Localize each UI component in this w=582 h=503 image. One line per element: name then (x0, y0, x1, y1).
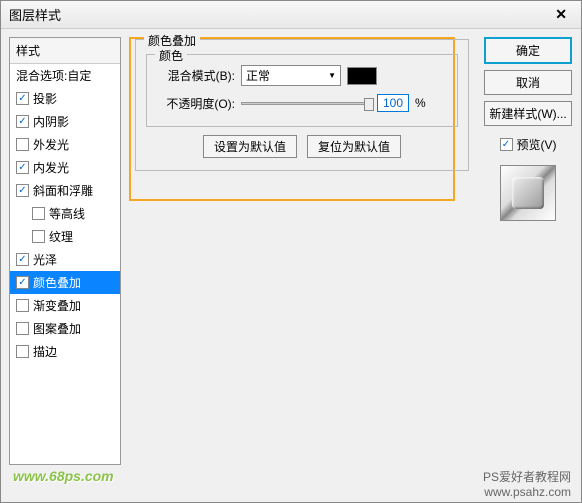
watermark-right: PS爱好者教程网 www.psahz.com (483, 468, 571, 499)
right-panel: 确定 取消 新建样式(W)... 预览(V) (483, 37, 573, 465)
checkbox-icon[interactable] (16, 299, 29, 312)
sidebar-item-label: 斜面和浮雕 (33, 182, 93, 199)
styles-sidebar: 样式 混合选项:自定 投影内阴影外发光内发光斜面和浮雕等高线纹理光泽颜色叠加渐变… (9, 37, 121, 465)
sidebar-item-6[interactable]: 纹理 (10, 225, 120, 248)
preview-thumb-inner (512, 177, 544, 209)
blend-mode-row: 混合模式(B): 正常 ▼ (157, 65, 447, 86)
preview-check-row[interactable]: 预览(V) (500, 136, 557, 153)
preview-thumbnail (500, 165, 556, 221)
preview-label: 预览(V) (517, 136, 557, 153)
titlebar: 图层样式 ✕ (1, 1, 581, 29)
watermark-line2: www.psahz.com (483, 485, 571, 499)
opacity-row: 不透明度(O): 100 % (157, 94, 447, 112)
sidebar-item-7[interactable]: 光泽 (10, 248, 120, 271)
dialog-title: 图层样式 (9, 5, 61, 24)
checkbox-icon[interactable] (16, 253, 29, 266)
color-group-title: 颜色 (155, 47, 187, 64)
blend-mode-label: 混合模式(B): (157, 67, 235, 84)
sidebar-item-label: 等高线 (49, 205, 85, 222)
opacity-label: 不透明度(O): (157, 95, 235, 112)
sidebar-item-9[interactable]: 渐变叠加 (10, 294, 120, 317)
checkbox-icon[interactable] (16, 345, 29, 358)
checkbox-icon[interactable] (16, 276, 29, 289)
opacity-unit: % (415, 96, 426, 110)
sidebar-header[interactable]: 样式 (10, 38, 120, 64)
slider-thumb[interactable] (364, 98, 374, 111)
sidebar-item-1[interactable]: 内阴影 (10, 110, 120, 133)
blend-mode-value: 正常 (246, 67, 270, 84)
sidebar-item-10[interactable]: 图案叠加 (10, 317, 120, 340)
new-style-button[interactable]: 新建样式(W)... (484, 101, 572, 126)
checkbox-icon[interactable] (16, 184, 29, 197)
checkbox-icon[interactable] (16, 322, 29, 335)
sidebar-item-label: 投影 (33, 90, 57, 107)
close-icon[interactable]: ✕ (549, 6, 573, 23)
checkbox-icon[interactable] (16, 138, 29, 151)
reset-default-button[interactable]: 复位为默认值 (307, 135, 401, 158)
footer: www.68ps.com PS爱好者教程网 www.psahz.com (1, 468, 582, 499)
sidebar-blend-options[interactable]: 混合选项:自定 (10, 64, 120, 87)
main-panel: 颜色叠加 颜色 混合模式(B): 正常 ▼ 不透明度(O): (129, 37, 475, 465)
default-buttons-row: 设置为默认值 复位为默认值 (146, 135, 458, 158)
ok-button[interactable]: 确定 (484, 37, 572, 64)
opacity-slider[interactable] (241, 102, 371, 105)
watermark-left: www.68ps.com (13, 468, 114, 499)
chevron-down-icon: ▼ (328, 71, 336, 80)
sidebar-item-label: 渐变叠加 (33, 297, 81, 314)
checkbox-icon[interactable] (16, 115, 29, 128)
blend-mode-select[interactable]: 正常 ▼ (241, 65, 341, 86)
layer-style-dialog: 图层样式 ✕ 样式 混合选项:自定 投影内阴影外发光内发光斜面和浮雕等高线纹理光… (0, 0, 582, 503)
color-swatch[interactable] (347, 67, 377, 85)
watermark-line1: PS爱好者教程网 (483, 468, 571, 485)
opacity-input[interactable]: 100 (377, 94, 409, 112)
color-inner-group: 颜色 混合模式(B): 正常 ▼ 不透明度(O): (146, 54, 458, 127)
preview-checkbox[interactable] (500, 138, 513, 151)
checkbox-icon[interactable] (32, 207, 45, 220)
checkbox-icon[interactable] (16, 161, 29, 174)
sidebar-item-label: 描边 (33, 343, 57, 360)
sidebar-item-label: 内阴影 (33, 113, 69, 130)
sidebar-item-2[interactable]: 外发光 (10, 133, 120, 156)
set-default-button[interactable]: 设置为默认值 (203, 135, 297, 158)
sidebar-item-label: 图案叠加 (33, 320, 81, 337)
dialog-content: 样式 混合选项:自定 投影内阴影外发光内发光斜面和浮雕等高线纹理光泽颜色叠加渐变… (1, 29, 581, 473)
sidebar-item-label: 光泽 (33, 251, 57, 268)
sidebar-item-label: 纹理 (49, 228, 73, 245)
sidebar-item-8[interactable]: 颜色叠加 (10, 271, 120, 294)
sidebar-item-label: 内发光 (33, 159, 69, 176)
sidebar-item-label: 颜色叠加 (33, 274, 81, 291)
sidebar-item-0[interactable]: 投影 (10, 87, 120, 110)
sidebar-item-11[interactable]: 描边 (10, 340, 120, 363)
sidebar-item-3[interactable]: 内发光 (10, 156, 120, 179)
sidebar-item-5[interactable]: 等高线 (10, 202, 120, 225)
color-overlay-group: 颜色叠加 颜色 混合模式(B): 正常 ▼ 不透明度(O): (135, 39, 469, 171)
checkbox-icon[interactable] (16, 92, 29, 105)
cancel-button[interactable]: 取消 (484, 70, 572, 95)
sidebar-item-label: 外发光 (33, 136, 69, 153)
blend-options-label: 混合选项:自定 (16, 67, 91, 84)
sidebar-item-4[interactable]: 斜面和浮雕 (10, 179, 120, 202)
checkbox-icon[interactable] (32, 230, 45, 243)
